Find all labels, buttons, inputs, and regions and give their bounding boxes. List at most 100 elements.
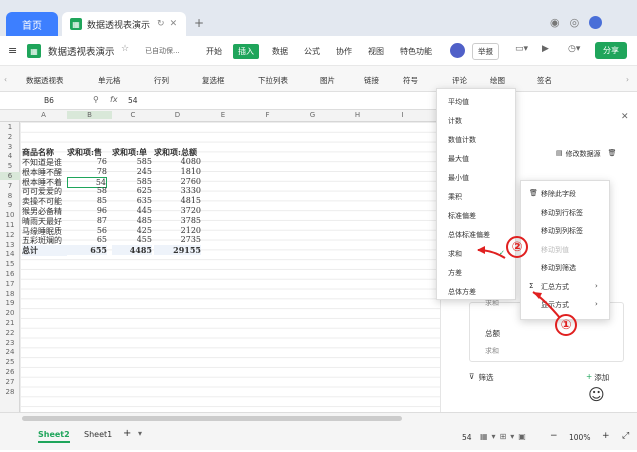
col-header[interactable]: F (245, 111, 290, 119)
trash-icon[interactable]: 🗑 (608, 149, 617, 159)
zoom-in-button[interactable]: + (602, 431, 610, 441)
toolbar-symbol[interactable]: 符号 (403, 75, 418, 86)
pivot-cell[interactable]: 3785 (154, 216, 201, 225)
row-header[interactable]: 13 (0, 241, 20, 249)
pivot-cell[interactable]: 96 (67, 206, 107, 215)
pivot-cell[interactable]: 585 (112, 157, 152, 166)
menu1-item[interactable]: 最大值 (448, 154, 469, 164)
row-header[interactable]: 14 (0, 250, 20, 258)
menu-collab[interactable]: 协作 (336, 46, 352, 57)
menu1-item[interactable]: 计数 (448, 116, 462, 126)
pivot-cell[interactable]: 1810 (154, 167, 201, 176)
col-header[interactable]: G (290, 111, 335, 119)
menu-formula[interactable]: 公式 (304, 46, 320, 57)
menu1-item[interactable]: 总体标准偏差 (448, 230, 490, 240)
message-icon[interactable]: ◉ (550, 16, 560, 29)
row-header[interactable]: 15 (0, 260, 20, 268)
tab-document[interactable]: ▦ 数据透视表演示 ↻ ✕ (62, 12, 186, 36)
pivot-cell[interactable]: 4080 (154, 157, 201, 166)
row-header[interactable]: 5 (0, 162, 20, 170)
row-header[interactable]: 9 (0, 201, 20, 209)
report-button[interactable]: 举报 (472, 43, 499, 60)
zoom-level[interactable]: 100% (569, 433, 590, 442)
row-header[interactable]: 20 (0, 309, 20, 317)
row-header[interactable]: 28 (0, 388, 20, 396)
add-sheet-button[interactable]: + (123, 428, 131, 439)
pivot-cell[interactable]: 76 (67, 157, 107, 166)
menu1-item[interactable]: 平均值 (448, 97, 469, 107)
col-header[interactable]: H (335, 111, 380, 119)
chat-icon[interactable]: ◎ (570, 16, 580, 29)
doc-title[interactable]: 数据透视表演示 (48, 44, 115, 58)
formula-input[interactable]: 54 (128, 96, 138, 105)
user-avatar[interactable] (450, 43, 465, 58)
menu-start[interactable]: 开始 (206, 46, 222, 57)
col-header[interactable]: I (380, 111, 425, 119)
toolbar-dropdown[interactable]: 下拉列表 (258, 75, 288, 86)
sheet-tab-sheet1[interactable]: Sheet1 (84, 430, 112, 439)
toolbar-left-arrow-icon[interactable]: ‹ (4, 75, 7, 84)
menu2-item[interactable]: 移动到筛选 (541, 263, 576, 273)
pivot-cell[interactable]: 425 (112, 226, 152, 235)
row-header[interactable]: 7 (0, 182, 20, 190)
pivot-cell[interactable]: 585 (112, 177, 152, 186)
col-header[interactable]: C (112, 111, 154, 119)
reload-icon[interactable]: ↻ (157, 19, 165, 29)
zoom-search-icon[interactable]: ⚲ (93, 95, 99, 104)
col-header[interactable]: B (67, 111, 112, 119)
toolbar-rowcol[interactable]: 行列 (154, 75, 169, 86)
menu2-item[interactable]: 移除此字段 (541, 189, 576, 199)
history-icon[interactable]: ◷▾ (568, 44, 580, 54)
pivot-cell[interactable]: 245 (112, 167, 152, 176)
col-header[interactable]: A (20, 111, 67, 119)
menu1-item[interactable]: 数值计数 (448, 135, 476, 145)
row-header[interactable]: 24 (0, 348, 20, 356)
toolbar-comment[interactable]: 评论 (452, 75, 467, 86)
pivot-total-cell[interactable]: 29155 (154, 245, 201, 256)
row-header[interactable]: 3 (0, 143, 20, 151)
col-header[interactable]: E (201, 111, 245, 119)
menu2-item[interactable]: 显示方式 (541, 300, 569, 310)
row-header[interactable]: 26 (0, 368, 20, 376)
col-header[interactable]: D (154, 111, 201, 119)
menu2-item[interactable]: 移动到行标签 (541, 208, 583, 218)
pivot-cell[interactable]: 78 (67, 167, 107, 176)
row-header[interactable]: 4 (0, 152, 20, 160)
pivot-cell[interactable]: 2760 (154, 177, 201, 186)
pivot-cell[interactable]: 3720 (154, 206, 201, 215)
row-header[interactable]: 25 (0, 358, 20, 366)
toolbar-right-arrow-icon[interactable]: › (626, 75, 629, 84)
assistant-icon[interactable]: ☺ (588, 385, 605, 404)
menu-insert[interactable]: 插入 (233, 44, 259, 59)
toolbar-cell[interactable]: 单元格 (98, 75, 121, 86)
pivot-cell[interactable]: 625 (112, 186, 152, 195)
menu-icon[interactable]: ≡ (8, 44, 17, 57)
pivot-cell[interactable]: 3330 (154, 186, 201, 195)
panel-close-icon[interactable]: ✕ (621, 112, 629, 122)
row-header[interactable]: 22 (0, 329, 20, 337)
row-header[interactable]: 1 (0, 123, 20, 131)
row-header[interactable]: 27 (0, 378, 20, 386)
pivot-cell[interactable]: 4815 (154, 196, 201, 205)
toolbar-link[interactable]: 链接 (364, 75, 379, 86)
menu1-item[interactable]: 总体方差 (448, 287, 476, 297)
avatar[interactable] (589, 16, 603, 29)
pivot-cell[interactable]: 87 (67, 216, 107, 225)
row-header[interactable]: 11 (0, 221, 20, 229)
sheet-menu-icon[interactable]: ▾ (138, 429, 142, 438)
pivot-cell[interactable]: 56 (67, 226, 107, 235)
menu-view[interactable]: 视图 (368, 46, 384, 57)
pivot-cell[interactable]: 2735 (154, 235, 201, 244)
add-filter-button[interactable]: + 添加 (586, 372, 609, 383)
menu-data[interactable]: 数据 (272, 46, 288, 57)
pivot-cell[interactable]: 455 (112, 235, 152, 244)
horizontal-scrollbar[interactable] (22, 416, 402, 421)
toolbar-pivot-table[interactable]: 数据透视表 (26, 75, 64, 86)
toolbar-sign[interactable]: 签名 (537, 75, 552, 86)
menu2-item[interactable]: 移动到列标签 (541, 226, 583, 236)
cell-reference[interactable]: B6 (44, 96, 54, 105)
close-icon[interactable]: ✕ (170, 19, 178, 29)
pivot-cell[interactable]: 85 (67, 196, 107, 205)
row-header[interactable]: 17 (0, 280, 20, 288)
row-header[interactable]: 18 (0, 290, 20, 298)
